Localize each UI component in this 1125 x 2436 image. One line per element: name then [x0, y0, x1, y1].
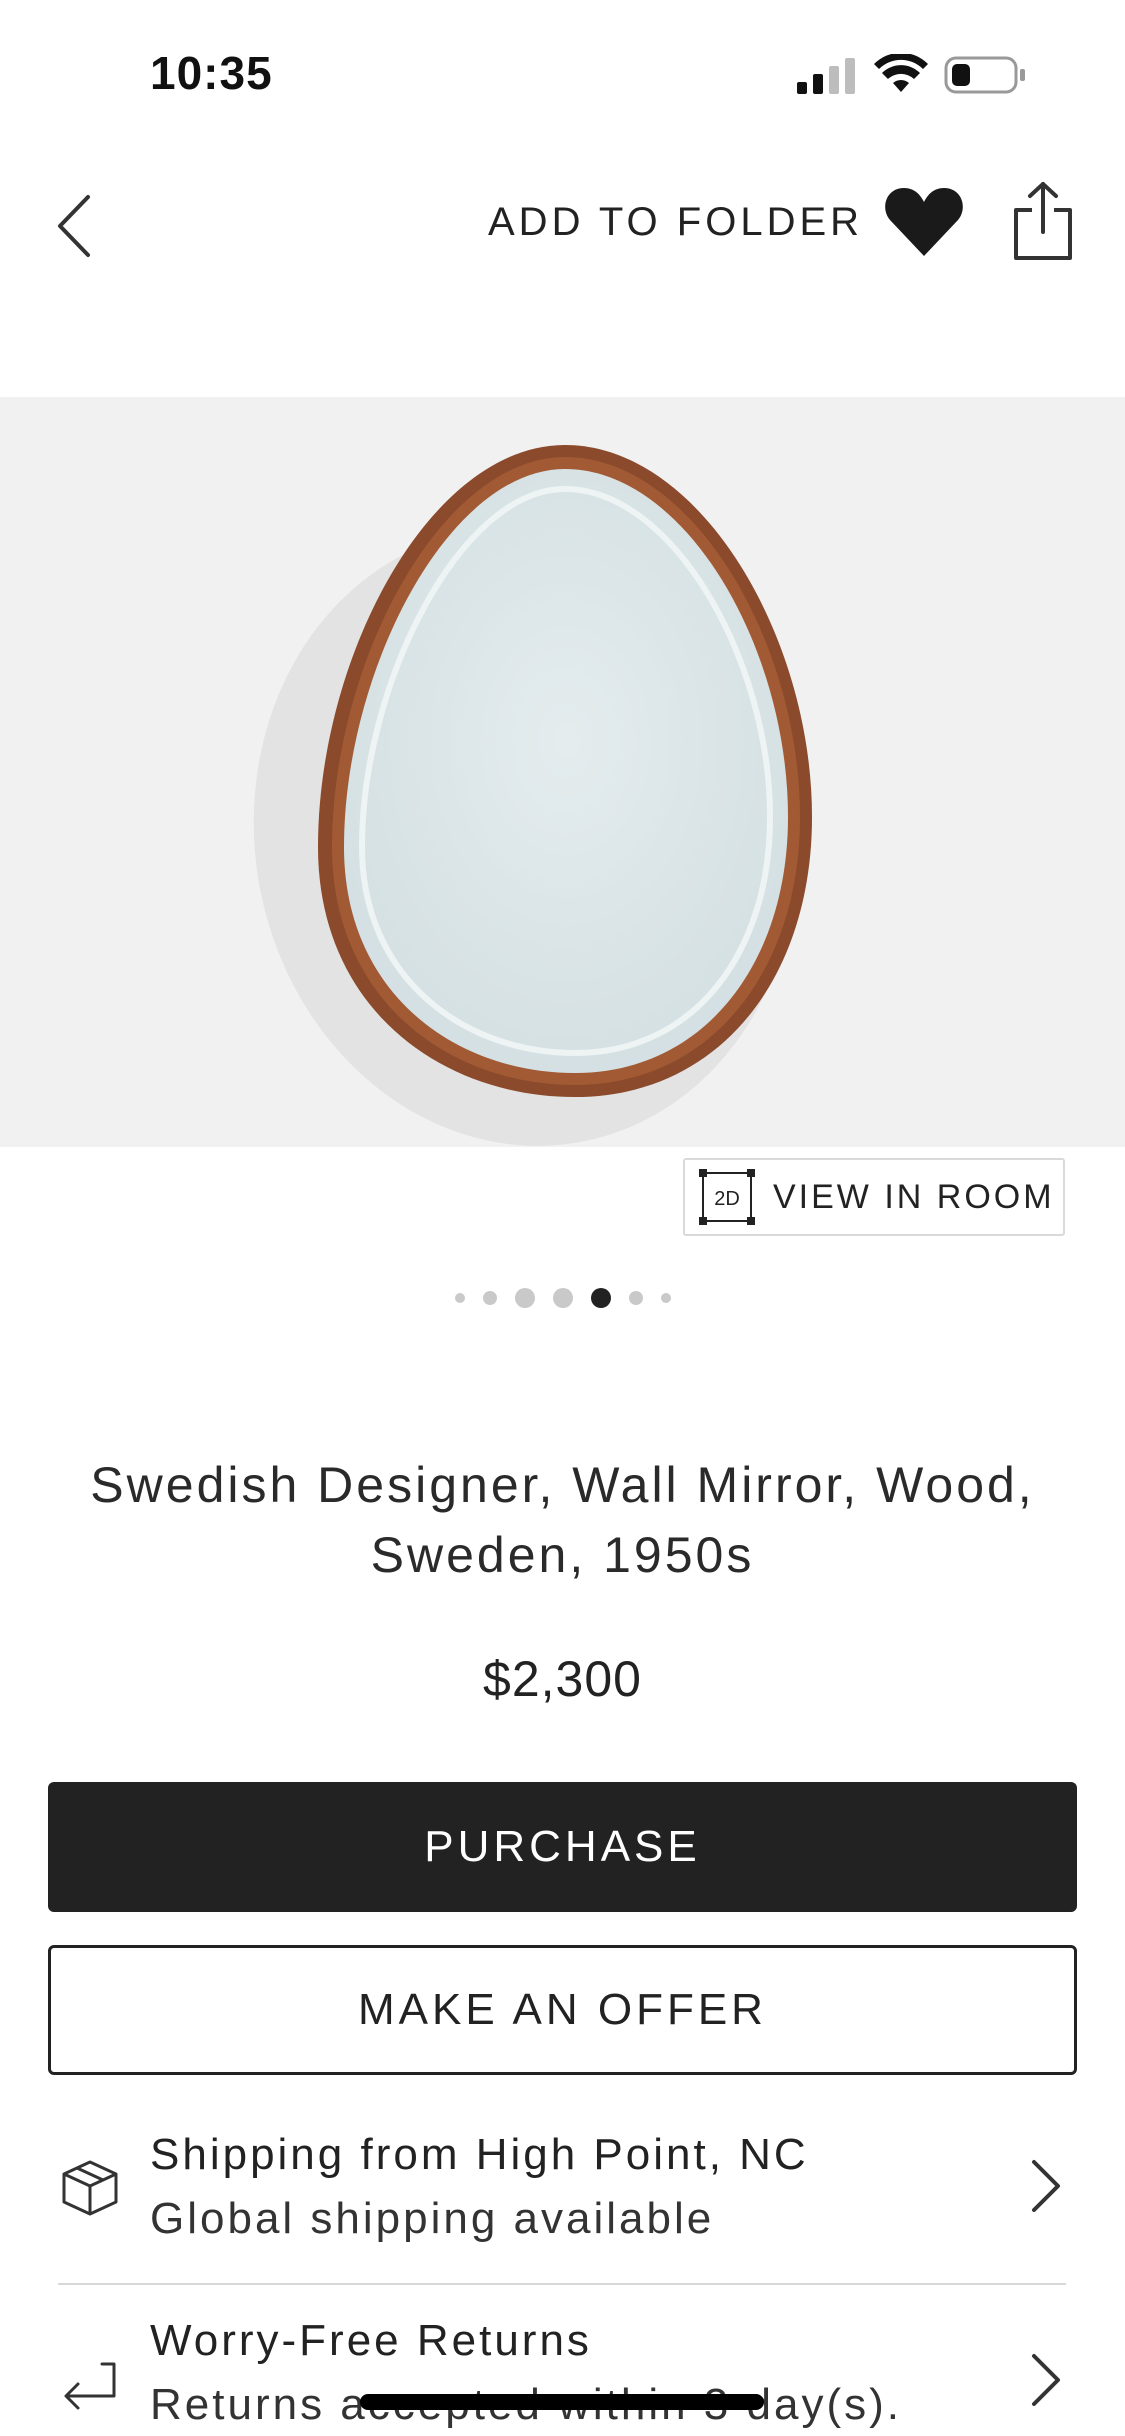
divider [58, 2283, 1066, 2285]
view-2d-icon-text: 2D [714, 1188, 740, 1210]
image-carousel-dots [0, 1282, 1125, 1314]
carousel-dot[interactable] [482, 1291, 497, 1305]
status-bar: 10:35 [0, 0, 1125, 140]
product-price: $2,300 [483, 1651, 642, 1707]
back-button[interactable] [44, 184, 104, 268]
status-time: 10:35 [150, 47, 273, 99]
add-to-folder-button[interactable]: ADD TO FOLDER [488, 200, 863, 245]
carousel-dot[interactable] [454, 1293, 465, 1303]
returns-info-row[interactable]: Worry-Free Returns Returns accepted with… [58, 2306, 1066, 2436]
view-in-room-label: VIEW IN ROOM [773, 1177, 1055, 1216]
share-icon[interactable] [1010, 180, 1076, 264]
wifi-icon [874, 54, 928, 92]
battery-low-icon [944, 56, 1025, 94]
carousel-dot-active[interactable] [590, 1288, 611, 1308]
returns-title: Worry-Free Returns [150, 2316, 592, 2365]
purchase-button[interactable]: PURCHASE [48, 1782, 1077, 1912]
oval-wall-mirror-image [253, 445, 812, 1146]
heart-filled-icon[interactable] [882, 180, 966, 264]
carousel-dot[interactable] [552, 1288, 573, 1308]
shipping-subtitle: Global shipping available [150, 2194, 715, 2243]
product-image[interactable] [0, 397, 1125, 1147]
product-title: Swedish Designer, Wall Mirror, Wood, Swe… [90, 1457, 1035, 1583]
shipping-info-row[interactable]: Shipping from High Point, NC Global ship… [58, 2120, 1066, 2310]
view-in-room-button[interactable]: 2D VIEW IN ROOM [683, 1158, 1065, 1236]
package-box-icon [62, 2160, 118, 2216]
chevron-right-icon [1032, 2160, 1060, 2212]
chevron-right-icon [1032, 2354, 1060, 2406]
make-offer-button[interactable]: MAKE AN OFFER [48, 1945, 1077, 2075]
carousel-dot[interactable] [514, 1288, 535, 1308]
return-arrow-icon [64, 2362, 116, 2410]
cellular-signal-icon [797, 58, 855, 94]
top-nav-bar: ADD TO FOLDER [0, 160, 1125, 280]
carousel-dot[interactable] [660, 1293, 671, 1303]
carousel-dot[interactable] [628, 1291, 643, 1305]
home-indicator[interactable] [360, 2394, 764, 2410]
chevron-left-icon [58, 195, 90, 257]
shipping-title: Shipping from High Point, NC [150, 2130, 809, 2179]
view-2d-icon: 2D [699, 1169, 755, 1225]
